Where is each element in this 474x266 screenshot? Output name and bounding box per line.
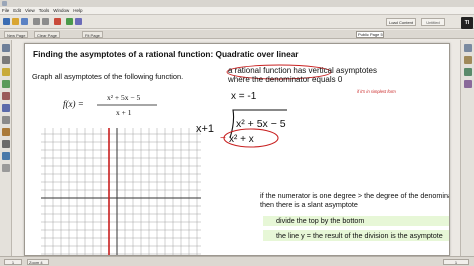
status-bar: 1 Zoom 4 1	[0, 256, 474, 266]
menu-help[interactable]: Help	[73, 7, 82, 15]
handwritten-minus-sign: −	[220, 133, 226, 144]
main-toolbar: Load Content Untitled	[0, 15, 474, 29]
save-icon[interactable]	[21, 18, 28, 25]
menu-edit[interactable]: Edit	[13, 7, 21, 15]
page-number-field[interactable]: 1	[4, 259, 22, 265]
page-sorter-icon[interactable]	[464, 44, 472, 52]
open-folder-icon[interactable]	[12, 18, 19, 25]
whiteboard-page[interactable]: Finding the asymptotes of a rational fun…	[24, 43, 450, 256]
line-tool-icon[interactable]	[2, 116, 10, 124]
clear-page-button[interactable]: Clear Page	[34, 31, 61, 38]
color-picker-icon[interactable]	[2, 152, 10, 160]
function-denominator: x + 1	[116, 108, 132, 117]
handwritten-dividend: x² + 5x − 5	[236, 118, 286, 130]
line-width-icon[interactable]	[2, 164, 10, 172]
zoom-dropdown[interactable]: Zoom 4	[27, 259, 49, 265]
redo-icon[interactable]	[42, 18, 49, 25]
page-select-dropdown[interactable]: Public Page 5	[356, 31, 384, 38]
load-content-button[interactable]: Load Content	[386, 18, 416, 26]
note-vertical-asymptote: a rational function has vertical asympto…	[228, 66, 377, 84]
attachments-icon[interactable]	[464, 68, 472, 76]
note-slant-asymptote: if the numerator is one degree > the deg…	[260, 191, 449, 209]
title-bar	[0, 0, 474, 7]
select-tool-icon[interactable]	[2, 44, 10, 52]
page-toolbar: New Page Clear Page Fit Page Public Page…	[0, 30, 474, 39]
shape-tool-icon[interactable]	[2, 80, 10, 88]
delete-icon[interactable]	[54, 18, 61, 25]
function-numerator: x² + 5x − 5	[107, 93, 140, 102]
note-vertical-line2: where the denominator equals 0	[228, 75, 343, 84]
note-divide-step: divide the top by the bottom	[263, 216, 449, 226]
text-tool-icon[interactable]	[2, 104, 10, 112]
handwritten-x-equals: x = -1	[231, 91, 257, 102]
tool-palette	[0, 40, 12, 256]
menu-view[interactable]: View	[25, 7, 35, 15]
menu-bar: File Edit View Tools Window Help	[0, 7, 474, 15]
screenshot-icon[interactable]	[75, 18, 82, 25]
insert-page-icon[interactable]	[66, 18, 73, 25]
document-name-field[interactable]: Untitled	[421, 18, 445, 26]
note-simplest-form: if it's in simplest form	[357, 89, 396, 94]
gallery-icon[interactable]	[464, 56, 472, 64]
fit-page-button[interactable]: Fit Page	[82, 31, 103, 38]
menu-file[interactable]: File	[2, 7, 9, 15]
handwritten-divisor: x+1	[196, 123, 214, 135]
fill-tool-icon[interactable]	[2, 128, 10, 136]
new-page-button[interactable]: New Page	[4, 31, 29, 38]
eraser-tool-icon[interactable]	[2, 92, 10, 100]
magic-ink-icon[interactable]	[2, 140, 10, 148]
handwritten-subtract-line: x² + x	[229, 134, 254, 145]
menu-window[interactable]: Window	[53, 7, 69, 15]
highlighter-tool-icon[interactable]	[2, 68, 10, 76]
app-icon	[2, 1, 7, 6]
coordinate-grid	[41, 128, 201, 255]
properties-icon[interactable]	[464, 80, 472, 88]
function-lhs: f(x) =	[63, 99, 84, 109]
new-icon[interactable]	[3, 18, 10, 25]
page-count-field[interactable]: 1	[443, 259, 469, 265]
menu-tools[interactable]: Tools	[39, 7, 50, 15]
undo-icon[interactable]	[33, 18, 40, 25]
pen-tool-icon[interactable]	[2, 56, 10, 64]
note-slant-line2: then there is a slant asymptote	[260, 199, 358, 209]
side-panel	[460, 40, 474, 256]
note-vertical-line1: a rational function has vertical asympto…	[228, 66, 377, 75]
note-line-result: the line y = the result of the division …	[263, 230, 449, 241]
application-window: File Edit View Tools Window Help Load Co…	[0, 0, 474, 266]
brand-logo: TI	[461, 17, 473, 29]
